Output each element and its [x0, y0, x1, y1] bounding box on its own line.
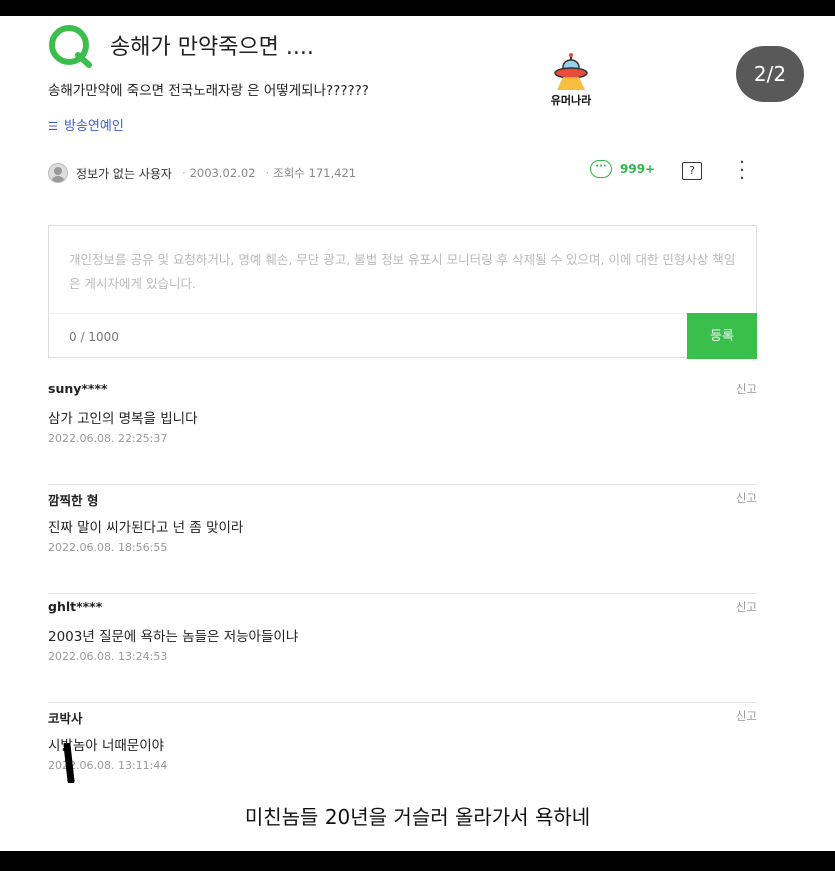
comment-body: 진짜 말이 씨가된다고 넌 좀 맞이라 — [48, 520, 244, 536]
comment-count-button[interactable]: ··· 999+ — [590, 160, 655, 178]
comment-date: 2022.06.08. 18:56:55 — [48, 541, 168, 554]
report-button[interactable]: 신고 — [736, 708, 757, 724]
comment-input[interactable]: 개인정보를 공유 및 요청하거나, 명예 훼손, 무단 광고, 불법 정보 유포… — [69, 248, 739, 296]
question-title: 송해가 만약죽으면 .... — [110, 35, 314, 60]
author-name: 정보가 없는 사용자 — [76, 166, 172, 181]
category-link[interactable]: ☰ 방송연예인 — [48, 115, 124, 134]
comment-count-value: 999+ — [620, 162, 656, 176]
q-question-icon — [49, 25, 92, 68]
bottom-black-bar — [0, 851, 835, 871]
comment-body: 2003년 질문에 욕하는 놈들은 저능아들이냐 — [48, 629, 299, 645]
question-body: 송해가만약에 죽으면 전국노래자랑 은 어떻게되나?????? — [48, 83, 369, 99]
top-black-bar — [0, 0, 835, 16]
watermark-logo: 유머나라 — [543, 52, 599, 114]
submit-button[interactable]: 등록 — [687, 313, 757, 359]
comment-user[interactable]: 깜찍한 형 — [48, 490, 98, 509]
comment-body: 삼가 고인의 명복을 빕니다 — [48, 411, 198, 427]
view-count: · 조회수 171,421 — [265, 166, 357, 180]
comment-user[interactable]: suny**** — [48, 381, 108, 396]
avatar — [48, 163, 68, 183]
menu-icon: ☰ — [48, 120, 58, 133]
post-date: · 2003.02.02 — [181, 166, 256, 180]
report-button[interactable]: 신고 — [736, 599, 757, 615]
comment-composer: 개인정보를 공유 및 요청하거나, 명예 훼손, 무단 광고, 불법 정보 유포… — [48, 225, 757, 359]
divider — [49, 313, 689, 314]
report-button[interactable]: 신고 — [736, 381, 757, 397]
question-report-icon[interactable]: ? — [682, 162, 702, 180]
author-row: 정보가 없는 사용자 · 2003.02.02 · 조회수 171,421 — [48, 161, 356, 185]
ufo-icon — [554, 53, 588, 90]
speech-bubble-icon: ··· — [590, 160, 612, 178]
character-counter: 0 / 1000 — [69, 330, 119, 344]
comment-date: 2022.06.08. 13:24:53 — [48, 650, 168, 663]
comment-date: 2022.06.08. 22:25:37 — [48, 432, 168, 445]
report-button[interactable]: 신고 — [736, 490, 757, 506]
comment-item: 코박사 신고 시발놈아 너때문이야 2022.06.08. 13:11:44 — [48, 703, 757, 812]
comment-user[interactable]: 코박사 — [48, 708, 83, 727]
watermark-text: 유머나라 — [550, 94, 592, 107]
redaction-mark — [64, 743, 75, 783]
comment-item: suny**** 신고 삼가 고인의 명복을 빕니다 2022.06.08. 2… — [48, 376, 757, 485]
page-indicator-badge: 2/2 — [736, 46, 804, 102]
comment-user[interactable]: ghlt**** — [48, 599, 102, 614]
comment-item: 깜찍한 형 신고 진짜 말이 씨가된다고 넌 좀 맞이라 2022.06.08.… — [48, 485, 757, 594]
more-options-icon[interactable]: · · · — [737, 154, 747, 188]
category-label: 방송연예인 — [64, 119, 124, 134]
comment-list: suny**** 신고 삼가 고인의 명복을 빕니다 2022.06.08. 2… — [48, 376, 757, 812]
comment-item: ghlt**** 신고 2003년 질문에 욕하는 놈들은 저능아들이냐 202… — [48, 594, 757, 703]
screenshot-page: 송해가 만약죽으면 .... 송해가만약에 죽으면 전국노래자랑 은 어떻게되나… — [0, 16, 835, 851]
image-caption: 미친놈들 20년을 거슬러 올라가서 욕하네 — [244, 805, 591, 829]
